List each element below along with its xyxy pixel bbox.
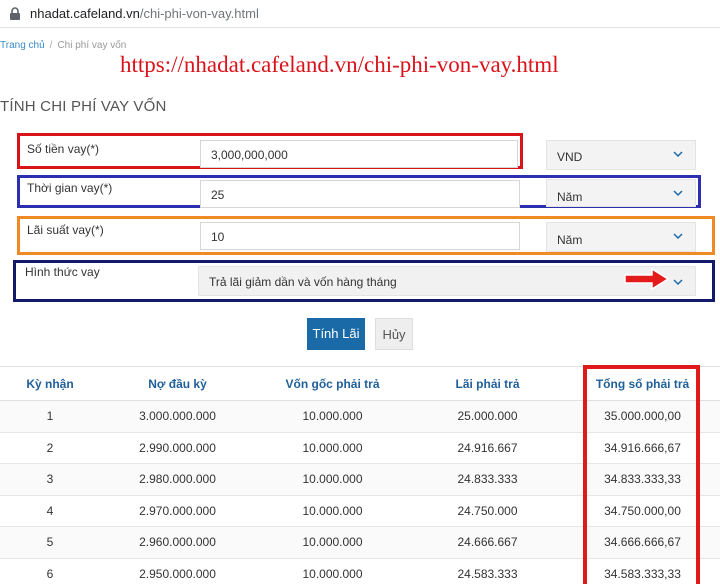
calculate-button[interactable]: Tính Lãi bbox=[307, 318, 365, 350]
browser-address-bar[interactable]: nhadat.cafeland.vn/chi-phi-von-vay.html bbox=[0, 0, 720, 28]
rate-input[interactable]: 10 bbox=[200, 222, 520, 250]
cell-opening-debt: 2.970.000.000 bbox=[100, 495, 255, 527]
overlay-url-caption: https://nhadat.cafeland.vn/chi-phi-von-v… bbox=[120, 52, 559, 77]
red-arrow-right-icon bbox=[624, 267, 670, 291]
breadcrumb-separator: / bbox=[49, 40, 53, 51]
cell-principal: 10.000.000 bbox=[255, 495, 410, 527]
header-period: Kỳ nhận bbox=[0, 366, 100, 401]
header-opening-debt: Nợ đầu kỳ bbox=[100, 366, 255, 401]
cell-interest: 24.666.667 bbox=[410, 526, 565, 559]
cell-principal: 10.000.000 bbox=[255, 432, 410, 464]
total-column-highlight bbox=[583, 365, 700, 584]
breadcrumb-home-link[interactable]: Trang chủ bbox=[0, 40, 45, 51]
chevron-down-icon bbox=[673, 190, 683, 197]
header-principal: Vốn gốc phải trả bbox=[255, 366, 410, 401]
cancel-button[interactable]: Hủy bbox=[375, 318, 413, 350]
url-path: /chi-phi-von-vay.html bbox=[139, 6, 259, 21]
url-domain: nhadat.cafeland.vn bbox=[30, 6, 140, 21]
rate-unit-value: Năm bbox=[557, 233, 583, 247]
cell-period: 6 bbox=[0, 558, 100, 584]
amount-unit-value: VND bbox=[557, 150, 583, 164]
breadcrumb-current: Chi phí vay vốn bbox=[57, 40, 127, 51]
cell-opening-debt: 2.980.000.000 bbox=[100, 463, 255, 496]
term-unit-select[interactable]: Năm bbox=[546, 179, 696, 207]
cell-opening-debt: 2.950.000.000 bbox=[100, 558, 255, 584]
cell-period: 2 bbox=[0, 432, 100, 464]
cell-period: 4 bbox=[0, 495, 100, 527]
chevron-down-icon bbox=[673, 233, 683, 240]
amount-label: Số tiền vay(*) bbox=[27, 142, 100, 156]
cell-principal: 10.000.000 bbox=[255, 400, 410, 433]
address-url[interactable]: nhadat.cafeland.vn/chi-phi-von-vay.html bbox=[30, 6, 259, 21]
lock-icon bbox=[10, 7, 20, 20]
cell-opening-debt: 3.000.000.000 bbox=[100, 400, 255, 433]
amount-input[interactable]: 3,000,000,000 bbox=[200, 140, 518, 168]
cell-principal: 10.000.000 bbox=[255, 463, 410, 496]
cell-period: 3 bbox=[0, 463, 100, 496]
cell-interest: 24.916.667 bbox=[410, 432, 565, 464]
cell-principal: 10.000.000 bbox=[255, 558, 410, 584]
cell-interest: 24.833.333 bbox=[410, 463, 565, 496]
cell-interest: 25.000.000 bbox=[410, 400, 565, 433]
cell-principal: 10.000.000 bbox=[255, 526, 410, 559]
header-interest: Lãi phải trả bbox=[410, 366, 565, 401]
cell-period: 5 bbox=[0, 526, 100, 559]
page-title: TÍNH CHI PHÍ VAY VỐN bbox=[0, 98, 167, 115]
chevron-down-icon bbox=[673, 279, 683, 286]
method-value: Trả lãi giảm dần và vốn hàng tháng bbox=[209, 275, 397, 289]
cell-opening-debt: 2.960.000.000 bbox=[100, 526, 255, 559]
cell-opening-debt: 2.990.000.000 bbox=[100, 432, 255, 464]
rate-unit-select[interactable]: Năm bbox=[546, 222, 696, 252]
term-label: Thời gian vay(*) bbox=[27, 181, 113, 195]
cell-interest: 24.583.333 bbox=[410, 558, 565, 584]
term-unit-value: Năm bbox=[557, 190, 583, 204]
amount-unit-select[interactable]: VND bbox=[546, 140, 696, 170]
chevron-down-icon bbox=[673, 151, 683, 158]
term-input[interactable]: 25 bbox=[200, 180, 520, 208]
rate-label: Lãi suất vay(*) bbox=[27, 223, 104, 237]
breadcrumb: Trang chủ / Chi phí vay vốn bbox=[0, 40, 126, 51]
method-label: Hình thức vay bbox=[25, 265, 100, 279]
cell-interest: 24.750.000 bbox=[410, 495, 565, 527]
cell-period: 1 bbox=[0, 400, 100, 433]
